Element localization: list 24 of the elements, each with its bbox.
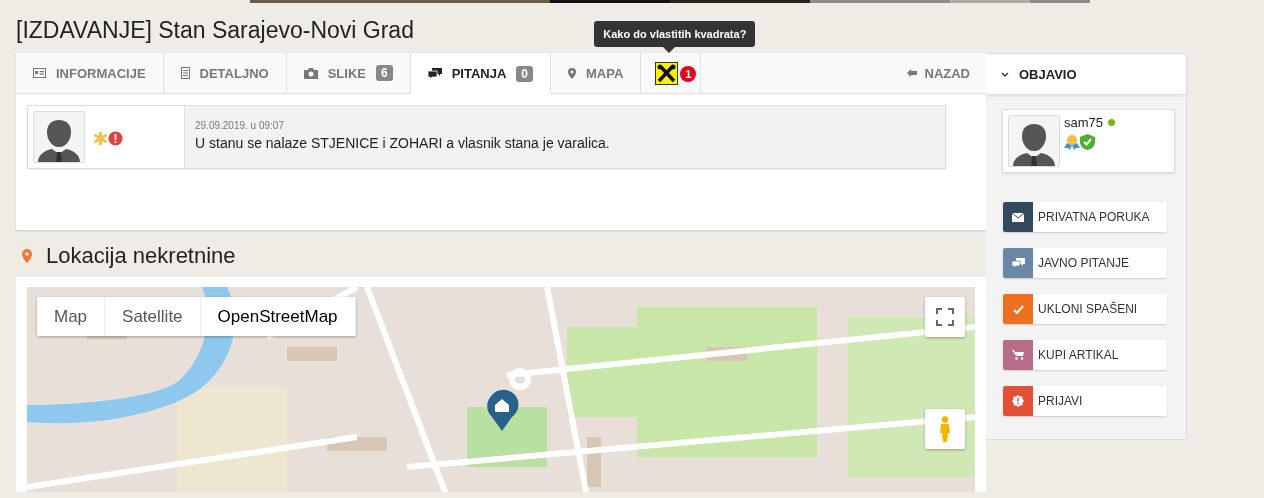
action-button[interactable]: JAVNO PITANJE <box>1003 248 1167 278</box>
tab[interactable]: PITANJA 0 <box>410 53 551 94</box>
action-button[interactable]: PRIJAVI <box>1003 386 1167 416</box>
page-title: [IZDAVANJE] Stan Sarajevo-Novi Grad <box>16 16 414 45</box>
tab[interactable]: 1 <box>641 53 702 93</box>
map-type-button[interactable]: Map <box>37 297 106 336</box>
tab[interactable]: DETALJNO <box>163 53 287 93</box>
action-button[interactable]: UKLONI SPAŠENI <box>1003 294 1167 324</box>
section-heading: Lokacija nekretnine <box>46 243 236 269</box>
tab[interactable]: MAPA <box>551 53 642 93</box>
action-button[interactable]: PRIVATNA PORUKA <box>1003 202 1167 232</box>
section-header[interactable]: OBJAVIO <box>986 54 1186 94</box>
count-badge: 0 <box>516 65 533 82</box>
map-type-button[interactable]: Satellite <box>105 297 201 336</box>
action-button[interactable]: KUPI ARTIKAL <box>1003 340 1167 370</box>
question-date: 29.09.2019. u 09:07 <box>195 120 285 131</box>
notification-badge: 1 <box>680 66 697 82</box>
question-text: U stanu se nalaze STJENICE i ZOHARI a vlasnik stana je varalica. <box>195 135 611 151</box>
tab[interactable]: INFORMACIJE <box>16 53 164 93</box>
username: sam75 <box>1064 115 1104 130</box>
tab[interactable]: SLIKE 6 <box>286 53 411 93</box>
count-badge: 6 <box>375 65 393 81</box>
back-button[interactable]: NAZAD <box>890 53 986 93</box>
map-type-button[interactable]: OpenStreetMap <box>200 297 356 336</box>
